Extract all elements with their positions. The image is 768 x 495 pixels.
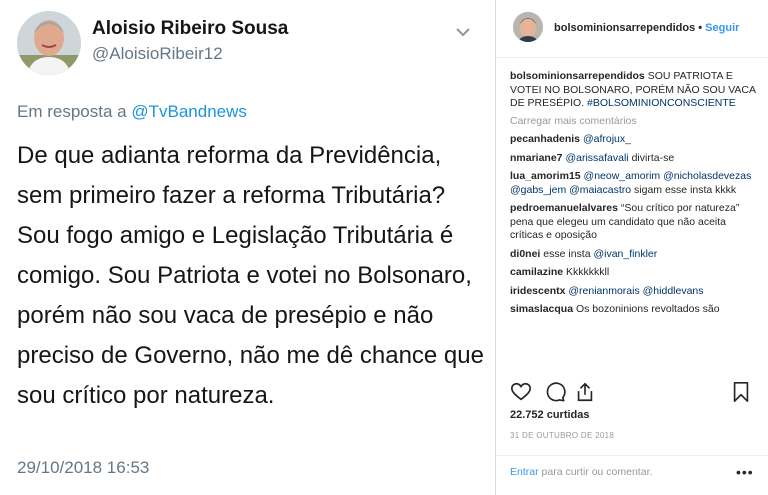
instagram-panel: bolsominionsarrependidos • Seguir bolsom… bbox=[496, 0, 768, 495]
comment-username[interactable]: di0nei bbox=[510, 248, 540, 260]
tweet-card: Aloisio Ribeiro Sousa @AloisioRibeir12 E… bbox=[0, 0, 495, 495]
share-icon[interactable] bbox=[574, 381, 596, 403]
chevron-down-icon[interactable] bbox=[455, 26, 471, 38]
reply-context: Em resposta a @TvBandnews bbox=[17, 102, 247, 122]
ig-footer: Entrar para curtir ou comentar. ••• bbox=[496, 455, 768, 495]
comment-item: camilazine Kkkkkkkll bbox=[510, 266, 756, 280]
comment-username[interactable]: camilazine bbox=[510, 266, 563, 278]
comment-list: pecanhadenis @afrojux_ nmariane7 @arissa… bbox=[510, 133, 756, 317]
load-more-comments[interactable]: Carregar mais comentários bbox=[510, 115, 756, 129]
comment-text: Os bozoninions revoltados são bbox=[575, 303, 720, 315]
comment-mention[interactable]: @afrojux_ bbox=[583, 133, 631, 145]
login-prompt: Entrar para curtir ou comentar. bbox=[510, 466, 652, 478]
likes-count[interactable]: 22.752 curtidas bbox=[510, 409, 590, 421]
comment-username[interactable]: pedroemanuelalvares bbox=[510, 202, 618, 214]
comment-text: Kkkkkkkll bbox=[566, 266, 610, 278]
tweet-text: De que adianta reforma da Previdência, s… bbox=[17, 142, 484, 409]
comment-username[interactable]: lua_amorim15 bbox=[510, 170, 581, 182]
post-date: 31 DE OUTUBRO DE 2018 bbox=[510, 431, 615, 440]
reply-prefix: Em resposta a bbox=[17, 102, 127, 121]
comment-item: iridescentx @renianmorais @hiddlevans bbox=[510, 285, 756, 299]
ig-comments: bolsominionsarrependidos SOU PATRIOTA E … bbox=[510, 70, 756, 317]
caption-username[interactable]: bolsominionsarrependidos bbox=[510, 70, 645, 82]
user-handle[interactable]: @AloisioRibeir12 bbox=[92, 44, 223, 64]
follow-button[interactable]: Seguir bbox=[705, 22, 739, 34]
reply-to-link[interactable]: @TvBandnews bbox=[131, 102, 247, 121]
separator-dot: • bbox=[698, 22, 703, 34]
ig-action-bar bbox=[510, 381, 756, 405]
comment-username[interactable]: nmariane7 bbox=[510, 152, 563, 164]
caption-hashtag[interactable]: #BOLSOMINIONCONSCIENTE bbox=[587, 97, 736, 109]
display-name[interactable]: Aloisio Ribeiro Sousa bbox=[92, 18, 288, 40]
avatar[interactable] bbox=[17, 11, 81, 75]
login-link[interactable]: Entrar bbox=[510, 466, 539, 478]
ig-header: bolsominionsarrependidos • Seguir bbox=[496, 0, 768, 58]
comment-username[interactable]: iridescentx bbox=[510, 285, 565, 297]
bookmark-icon[interactable] bbox=[730, 381, 752, 403]
comment-mention[interactable]: @arissafavali bbox=[565, 152, 628, 164]
comment-item: di0nei esse insta @ivan_finkler bbox=[510, 248, 756, 262]
comment-item: lua_amorim15 @neow_amorim @nicholasdevez… bbox=[510, 170, 756, 197]
comment-item: simaslacqua Os bozoninions revoltados sã… bbox=[510, 303, 756, 317]
comment-text: sigam esse insta kkkk bbox=[634, 183, 737, 196]
ig-username-row: bolsominionsarrependidos • Seguir bbox=[554, 22, 739, 34]
ig-username[interactable]: bolsominionsarrependidos bbox=[554, 22, 695, 34]
caption: bolsominionsarrependidos SOU PATRIOTA E … bbox=[510, 70, 756, 111]
comment-text: divirta-se bbox=[631, 151, 675, 164]
comment-icon[interactable] bbox=[544, 381, 566, 403]
comment-username[interactable]: simaslacqua bbox=[510, 303, 573, 315]
comment-item: nmariane7 @arissafavali divirta-se bbox=[510, 152, 756, 166]
login-prompt-text: para curtir ou comentar. bbox=[541, 466, 653, 478]
comment-mention[interactable]: @ivan_finkler bbox=[593, 248, 657, 260]
comment-mention[interactable]: @renianmorais @hiddlevans bbox=[568, 285, 703, 297]
comment-item: pedroemanuelalvares “Sou crítico por nat… bbox=[510, 202, 756, 243]
comment-username[interactable]: pecanhadenis bbox=[510, 133, 580, 145]
heart-icon[interactable] bbox=[510, 381, 532, 403]
ig-avatar[interactable] bbox=[513, 12, 543, 42]
comment-item: pecanhadenis @afrojux_ bbox=[510, 133, 756, 147]
more-options-icon[interactable]: ••• bbox=[736, 464, 754, 480]
comment-text: esse insta bbox=[543, 247, 591, 260]
tweet-timestamp[interactable]: 29/10/2018 16:53 bbox=[17, 458, 149, 478]
